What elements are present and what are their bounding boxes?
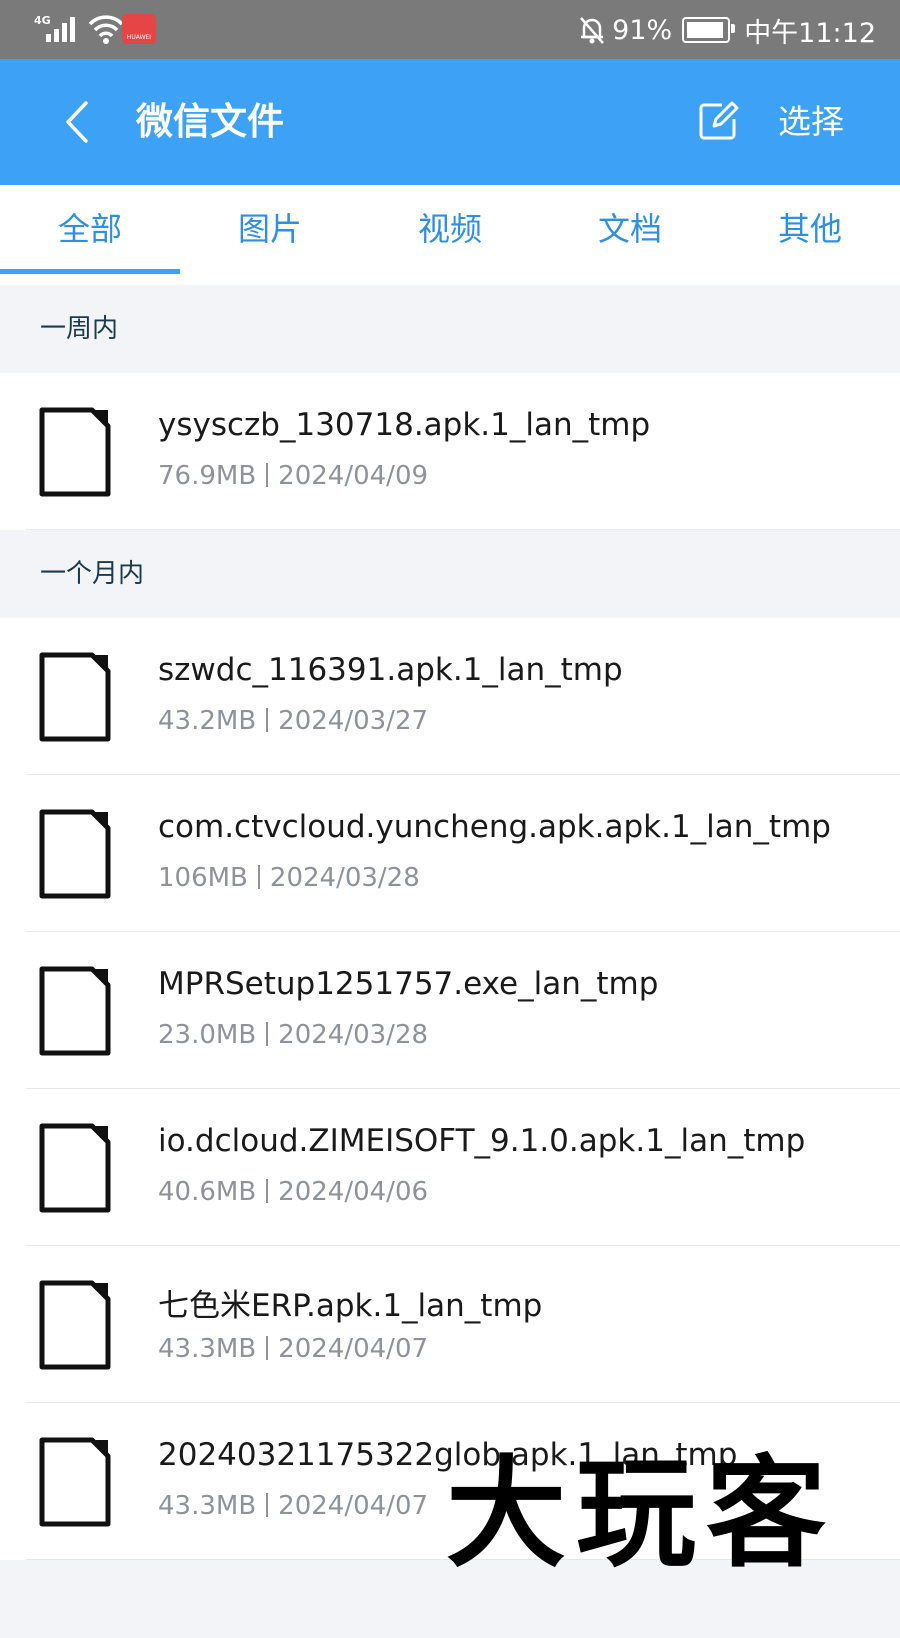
file-size: 106MB: [158, 863, 248, 893]
meta-separator: [266, 708, 269, 732]
file-date: 2024/03/28: [269, 863, 420, 893]
back-arrow-icon[interactable]: [58, 97, 98, 147]
tab-videos[interactable]: 视频: [360, 185, 540, 270]
tab-others[interactable]: 其他: [720, 185, 900, 270]
app-notification-icon: HUAWEI: [122, 14, 156, 44]
file-icon: [39, 809, 111, 899]
app-badge-label: HUAWEI: [126, 34, 152, 41]
row-divider: [26, 529, 900, 530]
clock: 中午11:12: [744, 17, 876, 49]
file-meta: 23.0MB 2024/03/28: [158, 1020, 428, 1050]
status-right: 91% 中午11:12: [572, 10, 876, 50]
wifi-icon: [88, 15, 124, 44]
meta-separator: [266, 463, 269, 487]
file-icon: [39, 966, 111, 1056]
meta-separator: [266, 1493, 269, 1517]
edit-icon[interactable]: [698, 99, 740, 141]
file-date: 2024/03/27: [278, 706, 429, 736]
file-date: 2024/04/07: [278, 1491, 429, 1521]
file-size: 43.2MB: [158, 706, 257, 736]
file-meta: 43.3MB 2024/04/07: [158, 1334, 428, 1364]
file-name: ysysczb_130718.apk.1_lan_tmp: [158, 407, 651, 443]
file-row[interactable]: MPRSetup1251757.exe_lan_tmp 23.0MB 2024/0…: [0, 932, 900, 1089]
bell-muted-icon: [580, 17, 605, 44]
file-icon: [39, 1123, 111, 1213]
file-date: 2024/03/28: [278, 1020, 429, 1050]
file-row[interactable]: 七色米ERP.apk.1_lan_tmp 43.3MB 2024/04/07: [0, 1246, 900, 1403]
tab-documents[interactable]: 文档: [540, 185, 720, 270]
watermark: 大玩客: [446, 1443, 836, 1584]
app-bar: 微信文件 选择: [0, 59, 900, 185]
status-left: 4G HUAWEI: [34, 12, 156, 46]
file-row[interactable]: szwdc_116391.apk.1_lan_tmp 43.2MB 2024/03…: [0, 618, 900, 775]
category-tabs: 全部 图片 视频 文档 其他: [0, 185, 900, 274]
file-meta: 76.9MB 2024/04/09: [158, 461, 428, 491]
file-meta: 43.2MB 2024/03/27: [158, 706, 428, 736]
file-row[interactable]: io.dcloud.ZIMEISOFT_9.1.0.apk.1_lan_tmp …: [0, 1089, 900, 1246]
section-header-month: 一个月内: [0, 530, 900, 618]
file-row[interactable]: com.ctvcloud.yuncheng.apk.apk.1_lan_tmp …: [0, 775, 900, 932]
status-bar: 4G HUAWEI 91% 中午11:12: [0, 0, 900, 59]
file-name: io.dcloud.ZIMEISOFT_9.1.0.apk.1_lan_tmp: [158, 1123, 806, 1159]
tab-all[interactable]: 全部: [0, 185, 180, 274]
file-size: 23.0MB: [158, 1020, 257, 1050]
meta-separator: [257, 865, 260, 889]
file-icon: [39, 652, 111, 742]
battery-icon: [682, 17, 736, 43]
meta-separator: [266, 1336, 269, 1360]
file-icon: [39, 1437, 111, 1527]
network-type: 4G: [34, 14, 51, 27]
file-name: szwdc_116391.apk.1_lan_tmp: [158, 652, 623, 688]
file-date: 2024/04/09: [278, 461, 429, 491]
file-icon: [39, 407, 111, 497]
select-button[interactable]: 选择: [778, 97, 844, 147]
file-meta: 40.6MB 2024/04/06: [158, 1177, 428, 1207]
battery-percent: 91%: [612, 14, 673, 46]
file-size: 40.6MB: [158, 1177, 257, 1207]
meta-separator: [266, 1022, 269, 1046]
file-name: com.ctvcloud.yuncheng.apk.apk.1_lan_tmp: [158, 809, 831, 845]
file-meta: 43.3MB 2024/04/07: [158, 1491, 428, 1521]
file-size: 76.9MB: [158, 461, 257, 491]
section-header-week: 一周内: [0, 285, 900, 373]
meta-separator: [266, 1179, 269, 1203]
file-meta: 106MB 2024/03/28: [158, 863, 420, 893]
file-date: 2024/04/06: [278, 1177, 429, 1207]
file-size: 43.3MB: [158, 1334, 257, 1364]
tab-images[interactable]: 图片: [180, 185, 360, 270]
file-name: 七色米ERP.apk.1_lan_tmp: [158, 1288, 543, 1324]
file-icon: [39, 1280, 111, 1370]
file-name: MPRSetup1251757.exe_lan_tmp: [158, 966, 659, 1002]
file-size: 43.3MB: [158, 1491, 257, 1521]
file-date: 2024/04/07: [278, 1334, 429, 1364]
page-title: 微信文件: [136, 100, 284, 143]
file-row[interactable]: ysysczb_130718.apk.1_lan_tmp 76.9MB 2024/…: [0, 373, 900, 530]
